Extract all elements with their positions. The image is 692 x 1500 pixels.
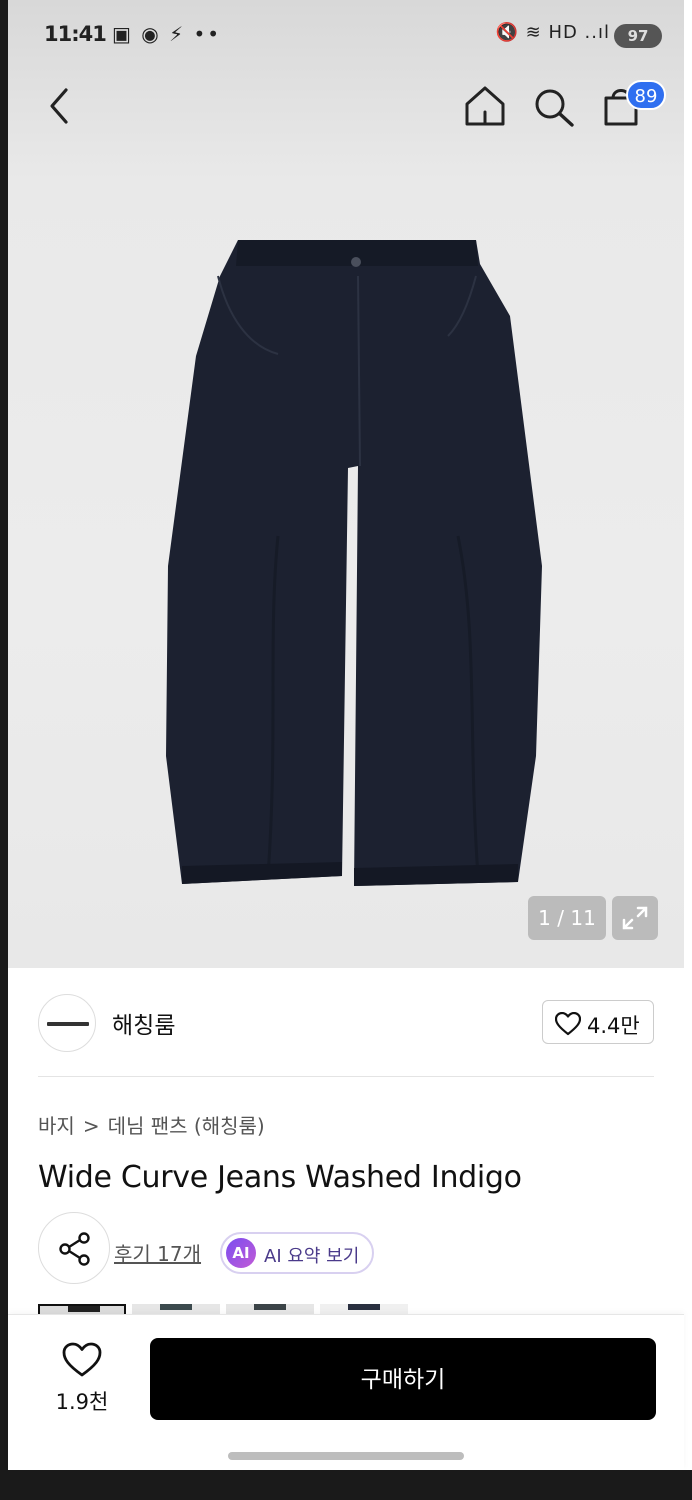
breadcrumb: 바지 > 데님 팬츠 (해칭룸) xyxy=(38,1110,273,1139)
store-logo-mark xyxy=(47,1022,89,1026)
chevron-left-icon xyxy=(50,88,68,124)
product-title: Wide Curve Jeans Washed Indigo xyxy=(38,1160,522,1195)
share-icon xyxy=(59,1232,90,1266)
notification-icons: ▣ ◉ ⚡ •• xyxy=(112,22,222,46)
home-icon xyxy=(465,86,505,126)
search-button[interactable] xyxy=(530,82,576,130)
store-logo[interactable] xyxy=(38,994,96,1052)
system-icons: 🔇 ≋ HD ..ıl xyxy=(495,22,610,43)
home-button[interactable] xyxy=(462,82,508,130)
wishlist-count: 1.9천 xyxy=(55,1390,109,1414)
store-like-count: 4.4만 xyxy=(587,1014,640,1038)
screen-edge xyxy=(0,0,8,1500)
ai-badge-icon: AI xyxy=(226,1238,256,1268)
status-bar: 11:41 ▣ ◉ ⚡ •• 🔇 ≋ HD ..ıl 97 xyxy=(8,18,684,54)
buy-button[interactable]: 구매하기 xyxy=(150,1338,656,1420)
divider xyxy=(38,1076,654,1077)
expand-icon[interactable] xyxy=(612,896,658,940)
back-button[interactable] xyxy=(36,82,84,130)
app-screen: 11:41 ▣ ◉ ⚡ •• 🔇 ≋ HD ..ıl 97 1 / 11 89 … xyxy=(0,0,692,1500)
product-gallery[interactable]: 11:41 ▣ ◉ ⚡ •• 🔇 ≋ HD ..ıl 97 1 / 11 xyxy=(8,0,684,968)
product-image xyxy=(166,240,542,886)
share-button[interactable] xyxy=(38,1212,110,1284)
breadcrumb-subcategory[interactable]: 데님 팬츠 (해칭룸) xyxy=(108,1114,265,1138)
battery-icon: 97 xyxy=(614,24,662,48)
ai-summary-button[interactable]: AI AI 요약 보기 xyxy=(220,1232,374,1274)
ai-summary-label: AI 요약 보기 xyxy=(264,1246,360,1267)
cart-count-badge: 89 xyxy=(626,80,666,110)
status-time: 11:41 xyxy=(44,22,107,46)
store-like-button[interactable]: 4.4만 xyxy=(542,1000,654,1044)
screen-bottom-edge xyxy=(0,1470,692,1500)
breadcrumb-separator: > xyxy=(82,1114,100,1138)
wishlist-button[interactable]: 1.9천 xyxy=(46,1340,118,1422)
heart-icon xyxy=(62,1342,102,1377)
breadcrumb-category[interactable]: 바지 xyxy=(38,1114,75,1138)
reviews-link[interactable]: 후기 17개 xyxy=(114,1238,201,1267)
image-counter: 1 / 11 xyxy=(528,896,606,940)
home-indicator[interactable] xyxy=(228,1452,464,1460)
store-name[interactable]: 해칭룸 xyxy=(112,1006,175,1040)
heart-icon xyxy=(555,1012,581,1036)
search-icon xyxy=(535,89,574,127)
